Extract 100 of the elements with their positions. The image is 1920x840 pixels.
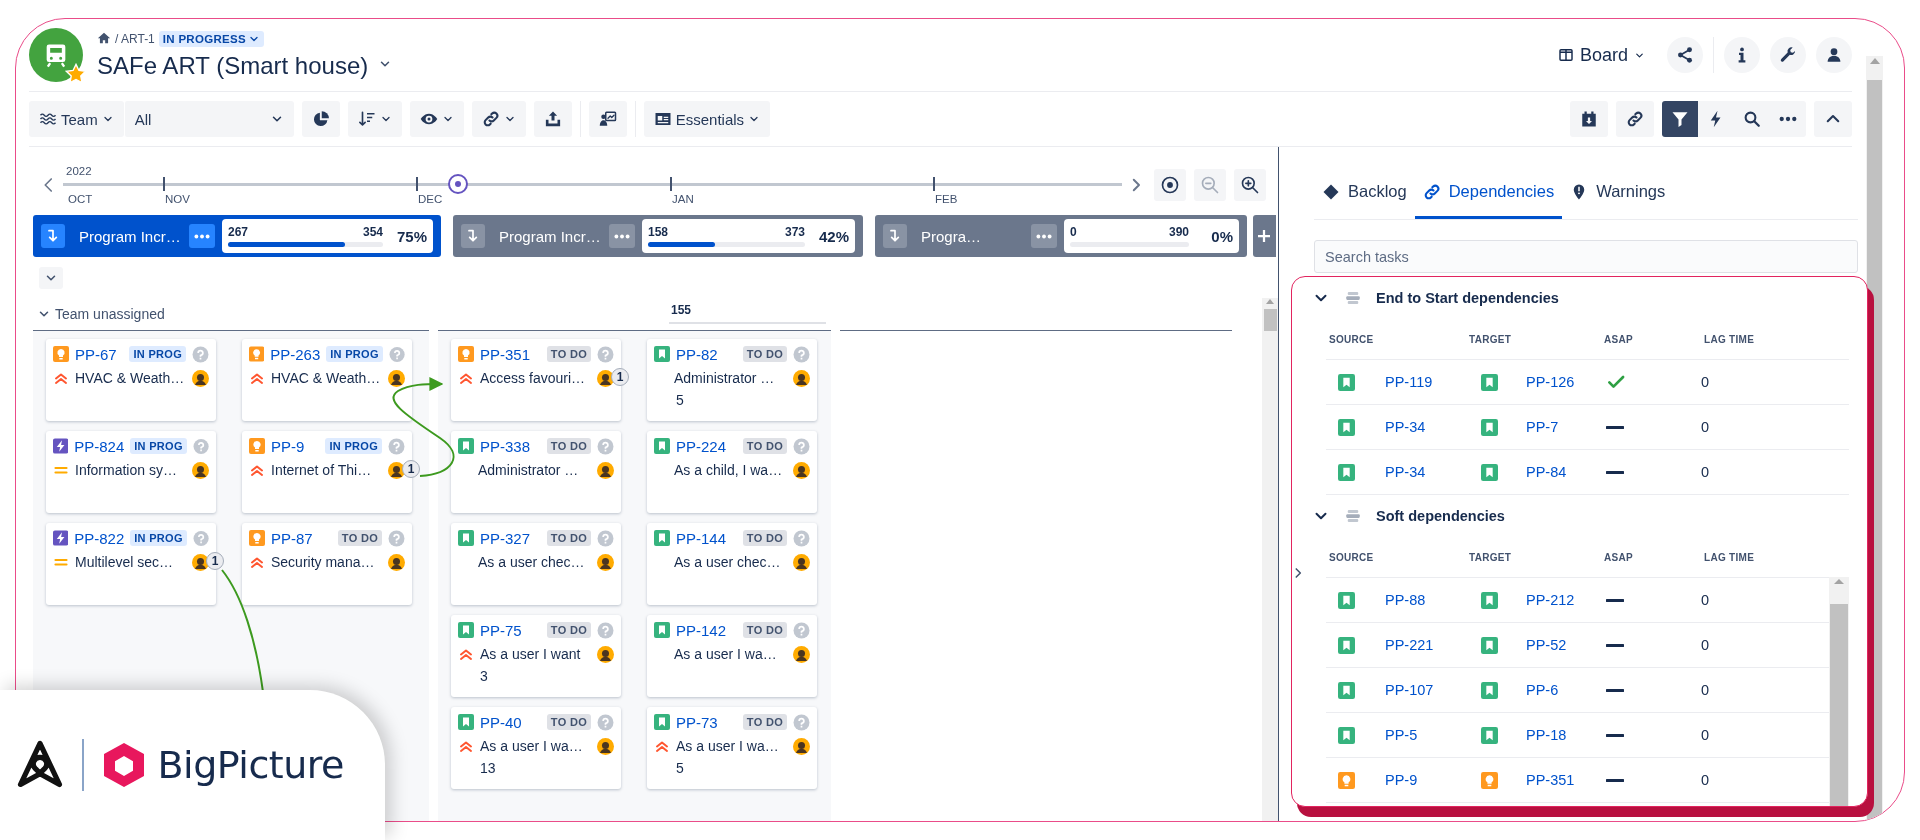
card-summary: As a user chec… [478, 554, 586, 570]
month-label: OCT [68, 193, 93, 205]
status-label: IN PROG [129, 346, 186, 362]
task-card[interactable]: PP-82 TO DO Administrator … 5 [647, 339, 817, 421]
issue-link[interactable]: PP-221 [1385, 637, 1481, 653]
issue-link[interactable]: PP-7 [1526, 419, 1606, 435]
column-header: ASAP [1604, 333, 1634, 345]
card-summary: Internet of Thi… [271, 462, 373, 478]
lag-time: 0 [1701, 464, 1711, 480]
status-label: TO DO [742, 346, 787, 362]
issue-link[interactable]: PP-52 [1526, 637, 1606, 653]
program-increment-bar[interactable]: Program Incr… 267 354 75% [33, 215, 441, 257]
month-label: FEB [935, 193, 958, 205]
lag-time: 0 [1701, 682, 1711, 698]
status-label: TO DO [337, 530, 382, 546]
program-increment-bar[interactable]: Progra… 0 390 0% [875, 215, 1247, 257]
progress-percent: 0% [1210, 227, 1233, 245]
lag-time: 0 [1701, 772, 1711, 788]
section-toggle[interactable]: Soft dependencies [1292, 495, 1867, 537]
panel-tab[interactable]: Warnings [1562, 167, 1674, 219]
status-label: TO DO [742, 622, 787, 638]
task-card[interactable]: PP-73 TO DO As a user I wa… 5 [647, 707, 817, 789]
team-dropdown[interactable]: Team [29, 101, 124, 137]
issue-link[interactable]: PP-40 [480, 713, 522, 731]
status-label: TO DO [546, 530, 591, 546]
task-card[interactable]: PP-142 TO DO As a user I wa… [647, 615, 817, 697]
issue-link[interactable]: PP-88 [1385, 592, 1481, 608]
issue-link[interactable]: PP-34 [1385, 419, 1481, 435]
card-summary: Access favouri… [480, 370, 587, 386]
lag-time: 0 [1701, 727, 1711, 743]
team-select[interactable]: All [123, 101, 294, 137]
issue-link[interactable]: PP-119 [1385, 374, 1481, 390]
story-points: 5 [675, 760, 685, 776]
issue-link[interactable]: PP-6 [1526, 682, 1606, 698]
issue-link[interactable]: PP-263 [270, 345, 321, 363]
task-card[interactable]: PP-327 TO DO As a user chec… [451, 523, 621, 605]
issue-link[interactable]: PP-9 [1385, 772, 1481, 788]
issue-link[interactable]: PP-82 [676, 345, 718, 363]
issue-link[interactable]: PP-87 [271, 529, 313, 547]
task-card[interactable]: PP-67 IN PROG HVAC & Weath… [46, 339, 216, 421]
program-increment-title[interactable]: Program Incr… [79, 227, 189, 245]
status-label: IN PROG [130, 438, 187, 454]
task-card[interactable]: PP-263 IN PROG HVAC & Weath… [242, 339, 412, 421]
task-card[interactable]: PP-824 IN PROG Information sy… [46, 431, 216, 513]
status-dropdown[interactable]: IN PROGRESS [158, 31, 264, 47]
issue-link[interactable]: PP-67 [75, 345, 117, 363]
issue-link[interactable]: PP-84 [1526, 464, 1606, 480]
panel-tab[interactable]: Backlog [1314, 167, 1415, 219]
program-increment-title[interactable]: Progra… [921, 227, 1031, 245]
done-count: 0 [1070, 225, 1077, 239]
column-header: ASAP [1604, 551, 1634, 563]
issue-link[interactable]: PP-142 [676, 621, 727, 639]
total-count: 373 [784, 225, 805, 239]
issue-link[interactable]: PP-9 [271, 437, 305, 455]
issue-link[interactable]: PP-126 [1526, 374, 1606, 390]
issue-link[interactable]: PP-338 [480, 437, 531, 455]
task-card[interactable]: PP-144 TO DO As a user chec… [647, 523, 817, 605]
issue-link[interactable]: PP-224 [676, 437, 727, 455]
task-card[interactable]: PP-87 TO DO Security mana… [242, 523, 412, 605]
task-card[interactable]: PP-40 TO DO As a user I wa… 13 [451, 707, 621, 789]
task-card[interactable]: PP-75 TO DO As a user I want 3 [451, 615, 621, 697]
issue-link[interactable]: PP-18 [1526, 727, 1606, 743]
issue-link[interactable]: PP-5 [1385, 727, 1481, 743]
issue-link[interactable]: PP-351 [480, 345, 531, 363]
preset-dropdown[interactable]: Essentials [643, 101, 771, 137]
breadcrumb-link[interactable]: / ART-1 [115, 32, 155, 46]
column-header: SOURCE [1329, 551, 1375, 563]
status-label: TO DO [742, 438, 787, 454]
view-dropdown[interactable]: Board [1557, 44, 1645, 66]
swimlane-toggle[interactable]: Team unassigned [33, 306, 429, 330]
issue-link[interactable]: PP-75 [480, 621, 522, 639]
total-count: 354 [362, 225, 383, 239]
page-title: SAFe ART (Smart house) [97, 51, 369, 80]
program-increment-title[interactable]: Program Incr… [499, 227, 609, 245]
column-header: LAG TIME [1704, 333, 1756, 345]
brand-name: BigPicture [157, 743, 344, 787]
month-label: DEC [418, 193, 443, 205]
issue-link[interactable]: PP-212 [1526, 592, 1606, 608]
status-label: TO DO [742, 530, 787, 546]
task-card[interactable]: PP-338 TO DO Administrator … [451, 431, 621, 513]
issue-link[interactable]: PP-107 [1385, 682, 1481, 698]
story-points: 5 [675, 392, 685, 408]
card-summary: As a user I want [480, 646, 582, 662]
panel-tab[interactable]: Dependencies [1414, 167, 1563, 219]
issue-link[interactable]: PP-34 [1385, 464, 1481, 480]
issue-link[interactable]: PP-351 [1526, 772, 1606, 788]
task-card[interactable]: PP-224 TO DO As a child, I wa… [647, 431, 817, 513]
issue-link[interactable]: PP-824 [74, 437, 125, 455]
search-field[interactable]: Search tasks [1314, 240, 1858, 273]
issue-link[interactable]: PP-327 [480, 529, 531, 547]
card-summary: As a user I wa… [676, 738, 780, 754]
program-increment-bar[interactable]: Program Incr… 158 373 42% [453, 215, 863, 257]
progress-percent: 75% [395, 227, 427, 245]
issue-link[interactable]: PP-822 [74, 529, 125, 547]
issue-link[interactable]: PP-144 [676, 529, 727, 547]
progress-percent: 42% [817, 227, 849, 245]
card-summary: Administrator … [674, 370, 776, 386]
status-label: IN PROG [326, 346, 383, 362]
issue-link[interactable]: PP-73 [676, 713, 718, 731]
section-toggle[interactable]: End to Start dependencies [1292, 277, 1867, 319]
